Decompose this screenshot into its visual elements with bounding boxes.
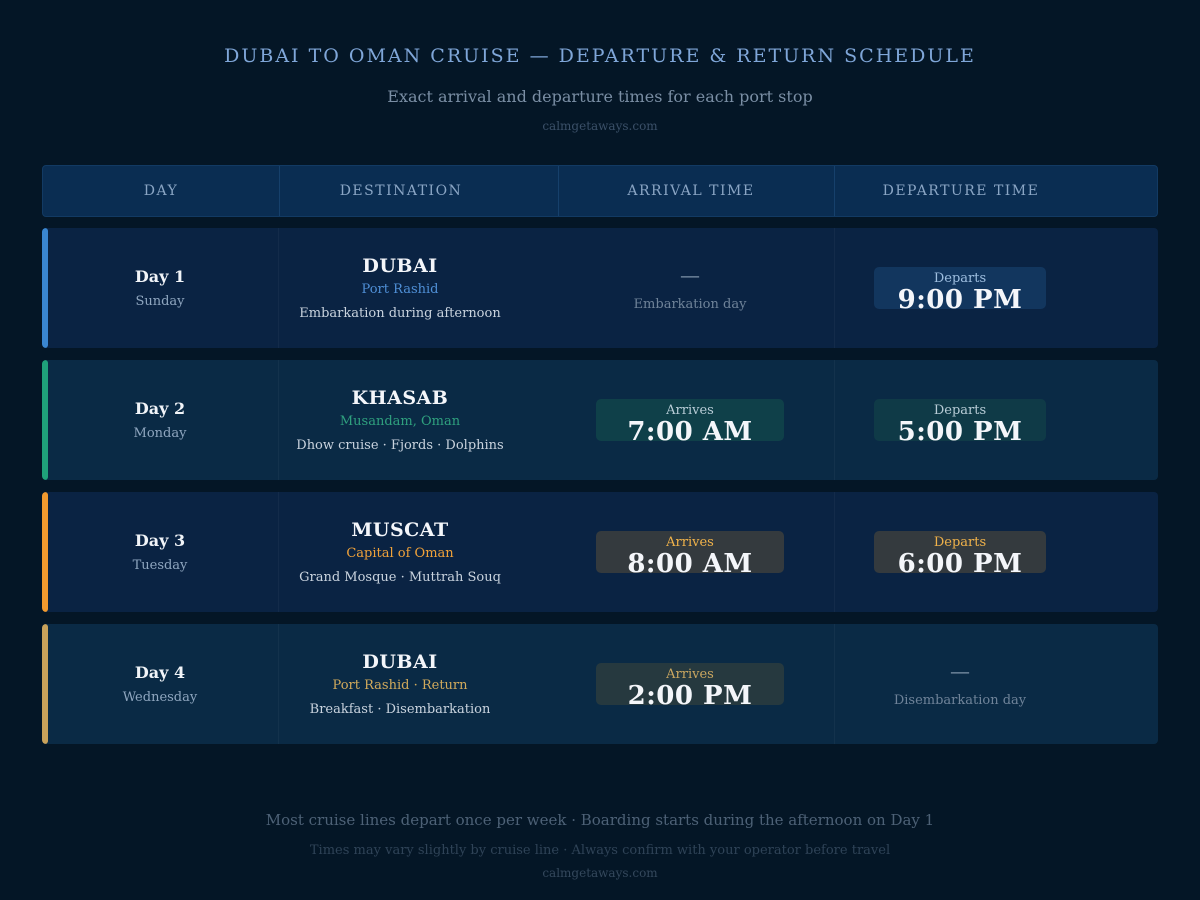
destination-activities: Grand Mosque · Muttrah Souq <box>299 570 501 585</box>
arrival-time: 7:00 AM <box>627 417 753 447</box>
departure-cell: Departs 5:00 PM <box>834 360 1086 480</box>
departure-badge: Departs 9:00 PM <box>874 267 1046 315</box>
footer-disclaimer: Times may vary slightly by cruise line ·… <box>309 843 891 858</box>
day-label: Day 2 <box>134 399 186 418</box>
destination-name: DUBAI <box>362 255 438 277</box>
destination-subtitle: Musandam, Oman <box>339 414 461 429</box>
destination-activities: Dhow cruise · Fjords · Dolphins <box>296 438 504 453</box>
site-credit-top: calmgetaways.com <box>542 119 658 133</box>
weekday-label: Tuesday <box>132 558 188 573</box>
destination-name: KHASAB <box>351 387 449 409</box>
column-header-destination: DESTINATION <box>339 183 463 199</box>
destination-cell: DUBAI Port Rashid Embarkation during aft… <box>278 228 522 348</box>
arrival-badge: Arrives 8:00 AM <box>596 531 784 579</box>
arrival-note: Embarkation day <box>633 296 747 312</box>
departure-time: 5:00 PM <box>897 417 1023 447</box>
arrival-dash: — <box>680 262 700 287</box>
column-header-departure: DEPARTURE TIME <box>882 183 1040 199</box>
destination-name: DUBAI <box>362 651 438 673</box>
arrival-cell: — Embarkation day <box>558 228 822 348</box>
arrival-cell: Arrives 2:00 PM <box>558 624 822 744</box>
table-row: Day 4 Wednesday DUBAI Port Rashid · Retu… <box>42 624 1158 744</box>
departure-note: Disembarkation day <box>893 692 1027 708</box>
arrival-label: Arrives <box>666 535 714 550</box>
arrival-label: Arrives <box>666 667 714 682</box>
footer-note: Most cruise lines depart once per week ·… <box>265 811 935 829</box>
page-title: DUBAI TO OMAN CRUISE — DEPARTURE & RETUR… <box>224 45 976 67</box>
weekday-label: Wednesday <box>122 690 198 705</box>
destination-cell: MUSCAT Capital of Oman Grand Mosque · Mu… <box>278 492 522 612</box>
day-cell: Day 2 Monday <box>42 360 278 480</box>
day-label: Day 1 <box>134 267 186 286</box>
departure-badge: Departs 5:00 PM <box>874 399 1046 447</box>
schedule-page: DUBAI TO OMAN CRUISE — DEPARTURE & RETUR… <box>0 0 1200 900</box>
departure-cell: Departs 6:00 PM <box>834 492 1086 612</box>
arrival-label: Arrives <box>666 403 714 418</box>
weekday-label: Monday <box>133 426 187 441</box>
departure-dash: — <box>950 658 970 683</box>
day-label: Day 3 <box>134 531 186 550</box>
arrival-badge: Arrives 2:00 PM <box>596 663 784 711</box>
column-header-day: DAY <box>143 183 179 199</box>
destination-cell: KHASAB Musandam, Oman Dhow cruise · Fjor… <box>278 360 522 480</box>
day-label: Day 4 <box>134 663 186 682</box>
departure-time: 9:00 PM <box>897 285 1023 315</box>
destination-activities: Breakfast · Disembarkation <box>309 702 491 717</box>
page-subtitle: Exact arrival and departure times for ea… <box>387 87 813 106</box>
destination-cell: DUBAI Port Rashid · Return Breakfast · D… <box>278 624 522 744</box>
day-cell: Day 4 Wednesday <box>42 624 278 744</box>
destination-subtitle: Port Rashid · Return <box>332 678 468 693</box>
column-header-arrival: ARRIVAL TIME <box>627 183 755 199</box>
arrival-cell: Arrives 8:00 AM <box>558 492 822 612</box>
day-cell: Day 1 Sunday <box>42 228 278 348</box>
destination-activities: Embarkation during afternoon <box>299 306 501 321</box>
departure-badge: Departs 6:00 PM <box>874 531 1046 579</box>
departure-label: Departs <box>933 271 987 286</box>
day-cell: Day 3 Tuesday <box>42 492 278 612</box>
table-row: Day 1 Sunday DUBAI Port Rashid Embarkati… <box>42 228 1158 348</box>
departure-label: Departs <box>933 403 987 418</box>
destination-subtitle: Port Rashid <box>361 282 439 297</box>
arrival-badge: Arrives 7:00 AM <box>596 399 784 447</box>
departure-time: 6:00 PM <box>897 549 1023 579</box>
departure-cell: Departs 9:00 PM <box>834 228 1086 348</box>
arrival-cell: Arrives 7:00 AM <box>558 360 822 480</box>
weekday-label: Sunday <box>135 294 185 309</box>
table-row: Day 2 Monday KHASAB Musandam, Oman Dhow … <box>42 360 1158 480</box>
departure-label: Departs <box>933 535 987 550</box>
site-credit-bottom: calmgetaways.com <box>542 866 658 880</box>
arrival-time: 8:00 AM <box>627 549 753 579</box>
destination-name: MUSCAT <box>351 519 449 541</box>
table-row: Day 3 Tuesday MUSCAT Capital of Oman Gra… <box>42 492 1158 612</box>
table-header: DAY DESTINATION ARRIVAL TIME DEPARTURE T… <box>42 165 1158 217</box>
destination-subtitle: Capital of Oman <box>346 546 454 561</box>
departure-cell: — Disembarkation day <box>834 624 1086 744</box>
arrival-time: 2:00 PM <box>627 681 753 711</box>
